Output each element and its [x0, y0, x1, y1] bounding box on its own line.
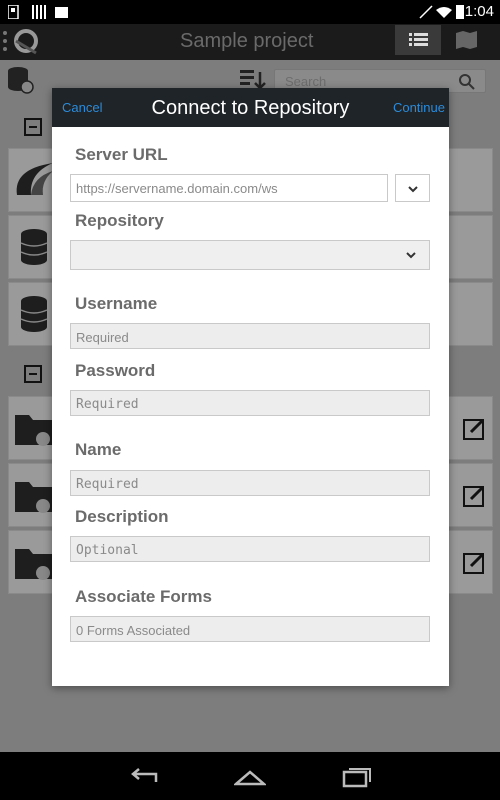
add-database-icon[interactable]: [6, 66, 34, 94]
edit-icon: [463, 552, 485, 574]
background-search-placeholder: Search: [285, 74, 327, 89]
system-icons: [419, 5, 464, 19]
associate-forms-label: Associate Forms: [75, 587, 212, 606]
server-url-history-button[interactable]: [395, 174, 430, 202]
back-icon[interactable]: [128, 766, 160, 788]
connect-repository-dialog: Cancel Connect to Repository Continue Se…: [52, 88, 449, 686]
database-icon: [20, 296, 48, 332]
action-bar: Sample project: [0, 24, 500, 60]
collapse-section-icon[interactable]: [24, 365, 42, 383]
password-label: Password: [75, 361, 156, 380]
username-label: Username: [75, 294, 158, 313]
navigation-bar: [0, 752, 500, 800]
chevron-down-icon: [408, 186, 418, 193]
project-title: Sample project: [180, 30, 314, 52]
repository-label: Repository: [75, 211, 164, 230]
description-input[interactable]: Optional: [70, 536, 430, 562]
list-view-toggle[interactable]: [395, 25, 441, 55]
search-icon: [459, 74, 475, 90]
edit-icon: [463, 418, 485, 440]
notification-icons: [8, 5, 68, 19]
password-input[interactable]: Required: [70, 390, 430, 416]
server-url-input[interactable]: https://servername.domain.com/ws: [70, 174, 388, 202]
folder-icon: [15, 415, 53, 446]
edit-icon: [463, 485, 485, 507]
name-input[interactable]: Required: [70, 470, 430, 496]
recent-apps-icon[interactable]: [340, 766, 372, 788]
continue-button[interactable]: Continue: [393, 100, 445, 115]
dialog-header: Cancel Connect to Repository Continue: [52, 88, 449, 127]
map-view-toggle[interactable]: [443, 25, 489, 55]
home-icon[interactable]: [234, 766, 266, 788]
status-bar: 1:04: [0, 0, 500, 24]
chevron-down-icon: [406, 252, 416, 259]
description-label: Description: [75, 507, 169, 526]
app-logo-icon[interactable]: [2, 27, 40, 57]
name-label: Name: [75, 440, 122, 459]
collapse-section-icon[interactable]: [24, 118, 42, 136]
folder-icon: [15, 482, 53, 513]
associate-forms-field[interactable]: 0 Forms Associated: [70, 616, 430, 642]
map-icon: [456, 31, 477, 49]
database-icon: [20, 229, 48, 265]
username-input[interactable]: Required: [70, 323, 430, 349]
dialog-title: Connect to Repository: [151, 97, 350, 119]
repository-select[interactable]: [70, 240, 430, 270]
clock: 1:04: [464, 3, 494, 20]
folder-icon: [15, 549, 53, 580]
layer-icon: [16, 163, 53, 195]
list-icon: [409, 33, 428, 46]
server-url-label: Server URL: [75, 145, 168, 164]
